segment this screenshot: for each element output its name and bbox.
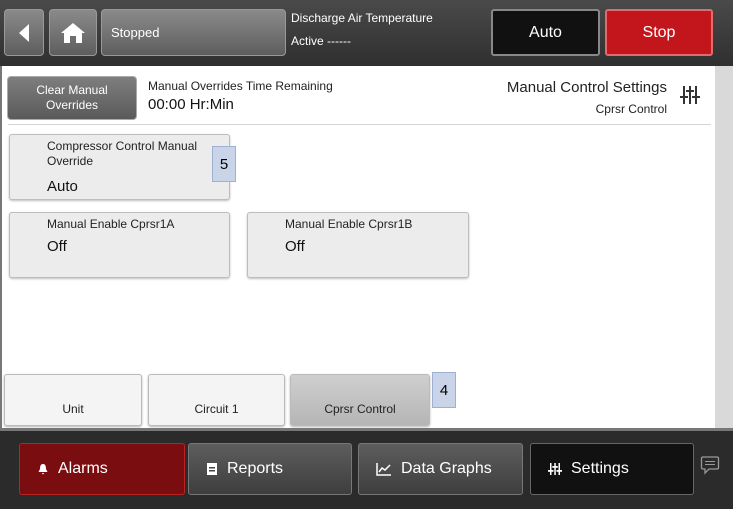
compressor-control-override-card[interactable]: Compressor Control Manual Override Auto xyxy=(9,134,230,200)
sliders-icon[interactable] xyxy=(679,84,701,106)
back-arrow-icon xyxy=(19,23,29,42)
tab-circuit-1-label: Circuit 1 xyxy=(194,402,239,416)
nav-data-graphs-label: Data Graphs xyxy=(401,460,492,477)
manual-overrides-time-label: Manual Overrides Time Remaining xyxy=(148,79,333,93)
compressor-control-override-label: Compressor Control Manual Override xyxy=(47,139,198,168)
manual-overrides-time-value: 00:00 Hr:Min xyxy=(148,96,234,113)
unit-status-text: Stopped xyxy=(111,25,160,40)
auto-button[interactable]: Auto xyxy=(491,9,600,56)
line-chart-icon xyxy=(376,462,392,476)
annotation-badge-5: 5 xyxy=(212,146,236,182)
auto-button-label: Auto xyxy=(529,23,562,41)
bottom-nav-bar: Alarms Reports Data Graphs Settings xyxy=(0,428,733,509)
right-scroll-strip xyxy=(715,66,733,428)
compressor-control-override-value: Auto xyxy=(47,178,78,195)
home-icon xyxy=(61,22,85,43)
manual-enable-cprsr1b-label: Manual Enable Cprsr1B xyxy=(285,217,413,231)
manual-enable-cprsr1a-label: Manual Enable Cprsr1A xyxy=(47,217,175,231)
tab-circuit-1[interactable]: Circuit 1 xyxy=(148,374,285,426)
home-button[interactable] xyxy=(49,9,97,56)
settings-sliders-icon xyxy=(548,462,562,476)
nav-settings-button[interactable]: Settings xyxy=(530,443,694,495)
document-icon xyxy=(206,462,218,476)
bell-icon xyxy=(37,463,49,475)
manual-enable-cprsr1b-card[interactable]: Manual Enable Cprsr1B Off xyxy=(247,212,469,278)
stop-button-label: Stop xyxy=(642,23,676,41)
nav-reports-button[interactable]: Reports xyxy=(188,443,352,495)
annotation-badge-4: 4 xyxy=(432,372,456,408)
page-subtitle: Cprsr Control xyxy=(595,102,667,116)
nav-alarms-label: Alarms xyxy=(58,460,108,477)
tab-cprsr-control-label: Cprsr Control xyxy=(324,402,396,416)
manual-enable-cprsr1a-card[interactable]: Manual Enable Cprsr1A Off xyxy=(9,212,230,278)
manual-enable-cprsr1a-value: Off xyxy=(47,238,67,255)
page-title: Manual Control Settings xyxy=(506,79,667,96)
tab-unit[interactable]: Unit xyxy=(4,374,142,426)
stop-button[interactable]: Stop xyxy=(605,9,713,56)
unit-status-box[interactable]: Stopped xyxy=(101,9,286,56)
tab-cprsr-control[interactable]: Cprsr Control xyxy=(290,374,430,426)
header-divider xyxy=(8,124,711,125)
discharge-air-temp-value: Active ------ xyxy=(291,34,351,48)
manual-enable-cprsr1b-value: Off xyxy=(285,238,305,255)
chat-icon[interactable] xyxy=(700,455,720,475)
nav-reports-label: Reports xyxy=(227,460,284,477)
discharge-air-temp-title: Discharge Air Temperature xyxy=(291,11,433,25)
clear-manual-overrides-button[interactable]: Clear Manual Overrides xyxy=(7,76,137,120)
nav-alarms-button[interactable]: Alarms xyxy=(19,443,185,495)
tab-unit-label: Unit xyxy=(62,402,84,416)
back-button[interactable] xyxy=(4,9,44,56)
main-panel: Clear Manual Overrides Manual Overrides … xyxy=(0,66,715,428)
clear-manual-overrides-label: Clear Manual Overrides xyxy=(36,83,108,112)
top-bar: Stopped Discharge Air Temperature Active… xyxy=(0,0,733,66)
nav-settings-label: Settings xyxy=(571,460,629,477)
nav-data-graphs-button[interactable]: Data Graphs xyxy=(358,443,523,495)
